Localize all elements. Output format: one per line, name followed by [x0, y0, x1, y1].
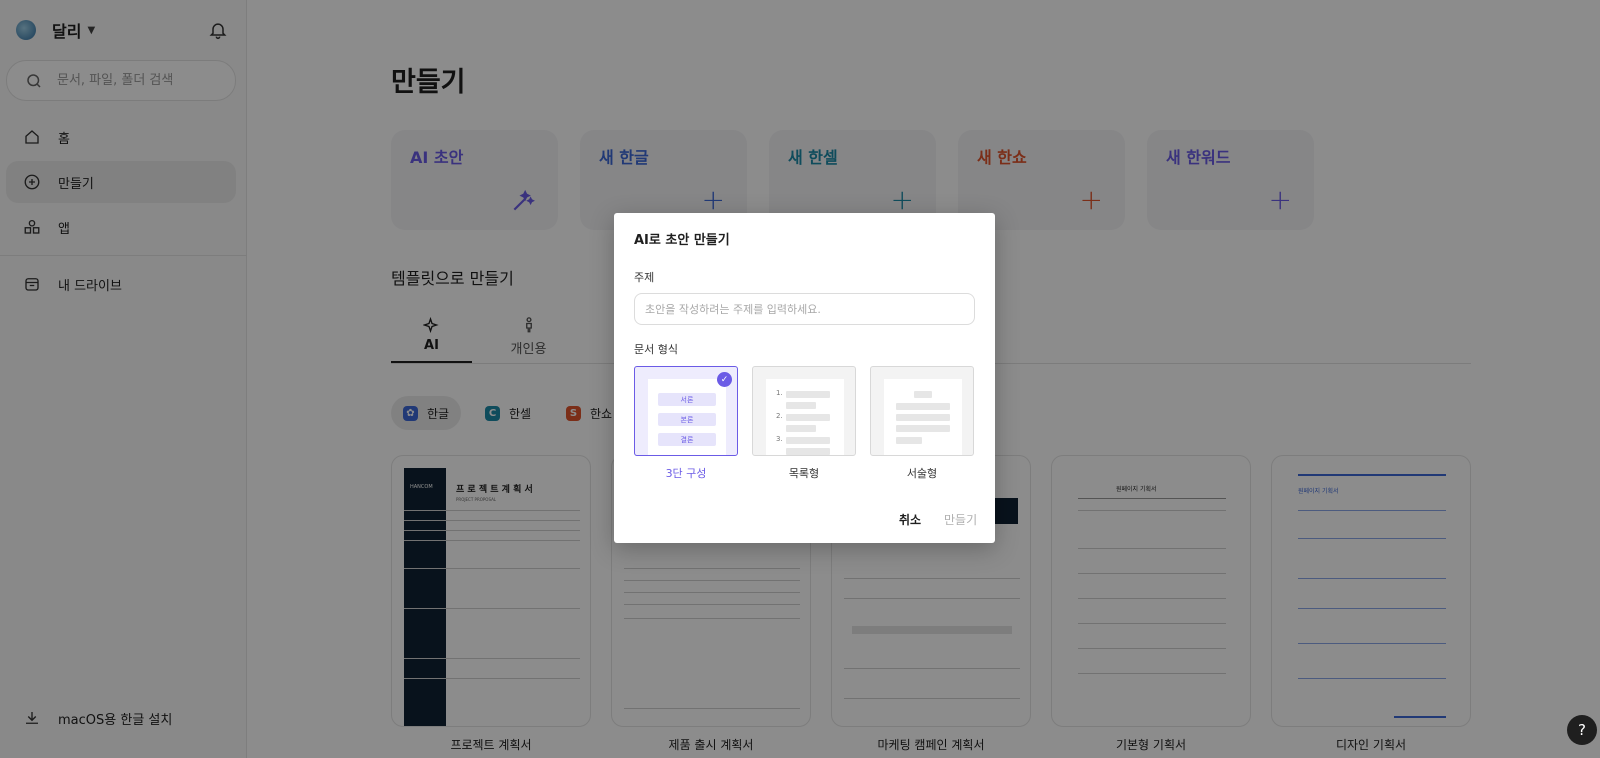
format-label-list: 목록형: [788, 467, 820, 480]
check-icon: ✓: [717, 372, 732, 387]
format-option-list[interactable]: 1. 2. 3.: [752, 366, 856, 456]
cancel-button[interactable]: 취소: [899, 511, 921, 528]
format-preview: 1. 2. 3.: [766, 379, 844, 455]
format-label-three-part: 3단 구성: [665, 467, 707, 480]
format-option-three-part[interactable]: 서론 본론 결론 ✓: [634, 366, 738, 456]
help-button[interactable]: ?: [1567, 715, 1597, 745]
format-tag: 결론: [658, 433, 716, 446]
format-option-narrative[interactable]: [870, 366, 974, 456]
topic-input[interactable]: [634, 293, 975, 325]
format-label-narrative: 서술형: [906, 467, 938, 480]
format-tag: 서론: [658, 393, 716, 406]
format-preview: 서론 본론 결론: [648, 379, 726, 455]
dialog-title: AI로 초안 만들기: [634, 233, 730, 248]
format-label: 문서 형식: [634, 343, 678, 356]
format-tag: 본론: [658, 413, 716, 426]
list-number: 2.: [776, 412, 783, 420]
create-button[interactable]: 만들기: [944, 511, 977, 528]
topic-label: 주제: [634, 271, 655, 284]
ai-draft-dialog: AI로 초안 만들기 주제 문서 형식 서론 본론 결론 ✓ 1. 2. 3.: [614, 213, 995, 543]
format-preview: [884, 379, 962, 455]
list-number: 1.: [776, 389, 783, 397]
list-number: 3.: [776, 435, 783, 443]
